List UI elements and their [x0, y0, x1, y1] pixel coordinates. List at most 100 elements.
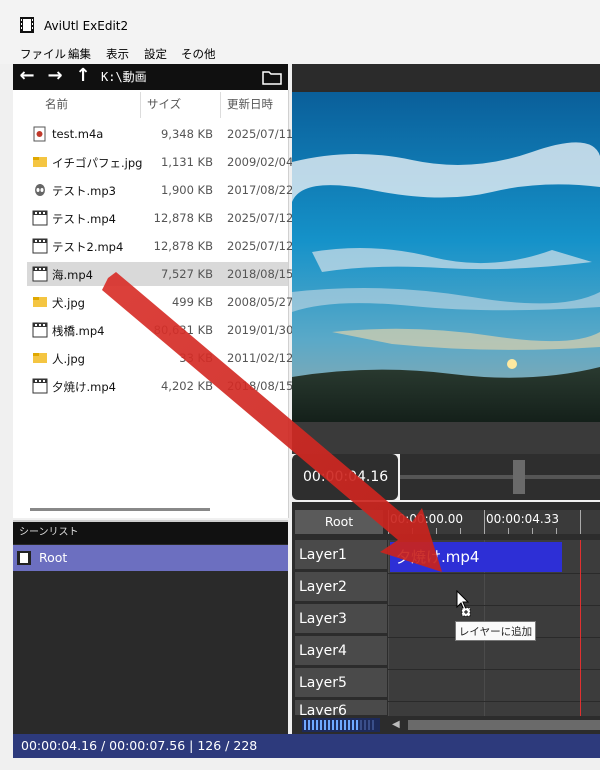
file-date: 2025/07/11 [227, 127, 294, 141]
video-icon [32, 378, 48, 394]
scroll-left-icon[interactable]: ◀ [392, 718, 402, 732]
menu-edit[interactable]: 編集 [68, 46, 91, 62]
layer-label-3[interactable]: Layer3 [295, 604, 387, 634]
file-name: 人.jpg [52, 352, 85, 366]
menu-file[interactable]: ファイル [20, 46, 66, 62]
horizontal-scrollbar[interactable] [30, 508, 210, 511]
scene-list-header: シーンリスト [13, 522, 288, 544]
folder-icon [262, 71, 282, 85]
ruler-tick [436, 528, 437, 534]
zoom-level-indicator[interactable] [302, 718, 380, 732]
ruler-tick [388, 510, 389, 534]
back-arrow-icon[interactable]: ← [15, 65, 39, 89]
root-scene-button[interactable]: Root [295, 510, 383, 534]
file-row[interactable]: 海.mp4 7,527 KB 2018/08/15 [27, 262, 293, 286]
file-row[interactable]: テスト.mp3 1,900 KB 2017/08/22 [27, 178, 293, 202]
image-icon [32, 350, 48, 366]
file-date: 2017/08/22 [227, 183, 294, 197]
path-field[interactable]: K:\動画 [98, 66, 254, 88]
file-row[interactable]: 桟橋.mp4 80,631 KB 2019/01/30 [27, 318, 293, 342]
track-divider [388, 605, 600, 606]
file-size: 4,202 KB [160, 379, 213, 393]
file-name: テスト2.mp4 [52, 240, 124, 254]
menu-other[interactable]: その他 [181, 46, 216, 62]
track-divider [388, 573, 600, 574]
ruler-tick [580, 510, 581, 534]
file-name: 桟橋.mp4 [52, 324, 105, 338]
time-display: 00:00:04.16 [292, 454, 398, 500]
layer-label-1[interactable]: Layer1 [295, 540, 387, 570]
file-list-panel: 名前 サイズ 更新日時 test.m4a 9,348 KB 2025/07/11 イチ… [13, 90, 293, 518]
film-icon [17, 551, 31, 565]
file-name: イチゴパフェ.jpg [52, 156, 143, 170]
playhead[interactable] [580, 540, 581, 716]
file-size: 1,131 KB [160, 155, 213, 169]
layer-label-6[interactable]: Layer6 [295, 700, 387, 716]
image-icon [32, 294, 48, 310]
file-size: 33 KB [179, 351, 213, 365]
preview-toolbar [292, 64, 600, 92]
layer-label-4[interactable]: Layer4 [295, 636, 387, 666]
video-icon [32, 322, 48, 338]
column-size[interactable]: サイズ [147, 96, 181, 112]
file-nav-bar: ← → ↑ K:\動画 [13, 64, 288, 90]
timeline-scroll-thumb[interactable] [408, 720, 600, 730]
file-date: 2018/08/15 [227, 267, 294, 281]
ruler-label: 00:00:04.33 [486, 512, 559, 526]
file-row[interactable]: イチゴパフェ.jpg 1,131 KB 2009/02/04 [27, 150, 293, 174]
file-row[interactable]: 夕焼け.mp4 4,202 KB 2018/08/15 [27, 374, 293, 398]
scene-item-root[interactable]: Root [13, 545, 288, 571]
video-icon [32, 266, 48, 282]
seek-bar-area [400, 454, 600, 500]
ruler-tick [532, 528, 533, 534]
file-date: 2019/01/30 [227, 323, 294, 337]
file-row[interactable]: テスト.mp4 12,878 KB 2025/07/12 [27, 206, 293, 230]
seek-thumb[interactable] [513, 460, 525, 494]
folder-button[interactable] [259, 66, 285, 88]
app-window: AviUtl ExEdit2 ファイル 編集 表示 設定 その他 ← → ↑ K… [0, 0, 600, 770]
tooltip-add-to-layer: レイヤーに追加 [455, 621, 536, 641]
column-divider[interactable] [140, 92, 141, 118]
file-row[interactable]: テスト2.mp4 12,878 KB 2025/07/12 [27, 234, 293, 258]
image-icon [32, 154, 48, 170]
column-divider[interactable] [220, 92, 221, 118]
column-name[interactable]: 名前 [45, 96, 68, 112]
track-divider [388, 669, 600, 670]
file-size: 12,878 KB [153, 239, 213, 253]
preview-control-strip [292, 422, 600, 454]
file-row[interactable]: 犬.jpg 499 KB 2008/05/27 [27, 290, 293, 314]
seek-track[interactable] [400, 475, 600, 479]
file-size: 1,900 KB [160, 183, 213, 197]
file-name: test.m4a [52, 127, 104, 141]
up-arrow-icon[interactable]: ↑ [71, 65, 95, 89]
menu-settings[interactable]: 設定 [144, 46, 167, 62]
menu-bar: ファイル 編集 表示 設定 その他 [0, 44, 600, 64]
mouse-cursor-icon [456, 590, 471, 617]
video-preview [292, 92, 600, 422]
file-name: 海.mp4 [52, 268, 93, 282]
column-date[interactable]: 更新日時 [227, 96, 273, 112]
audio-icon [32, 126, 48, 142]
ruler-label: 00:00:00.00 [390, 512, 463, 526]
layer-label-2[interactable]: Layer2 [295, 572, 387, 602]
layer-label-5[interactable]: Layer5 [295, 668, 387, 698]
title-bar: AviUtl ExEdit2 [0, 0, 600, 44]
track-divider [388, 701, 600, 702]
grid-line [388, 540, 389, 716]
scene-item-label: Root [39, 550, 68, 565]
file-name: テスト.mp4 [52, 212, 116, 226]
file-date: 2025/07/12 [227, 211, 294, 225]
timeline-clip[interactable]: 夕焼け.mp4 [390, 542, 562, 572]
file-name: テスト.mp3 [52, 184, 116, 198]
ruler-tick [556, 528, 557, 534]
file-date: 2018/08/15 [227, 379, 294, 393]
file-row[interactable]: 人.jpg 33 KB 2011/02/12 [27, 346, 293, 370]
file-row[interactable]: test.m4a 9,348 KB 2025/07/11 [27, 122, 293, 146]
alien-icon [32, 182, 48, 198]
file-date: 2008/05/27 [227, 295, 294, 309]
film-app-icon [20, 17, 34, 33]
time-ruler[interactable]: 00:00:00.00 00:00:04.33 [388, 510, 600, 534]
forward-arrow-icon[interactable]: → [43, 65, 67, 89]
file-size: 12,878 KB [153, 211, 213, 225]
menu-view[interactable]: 表示 [106, 46, 129, 62]
